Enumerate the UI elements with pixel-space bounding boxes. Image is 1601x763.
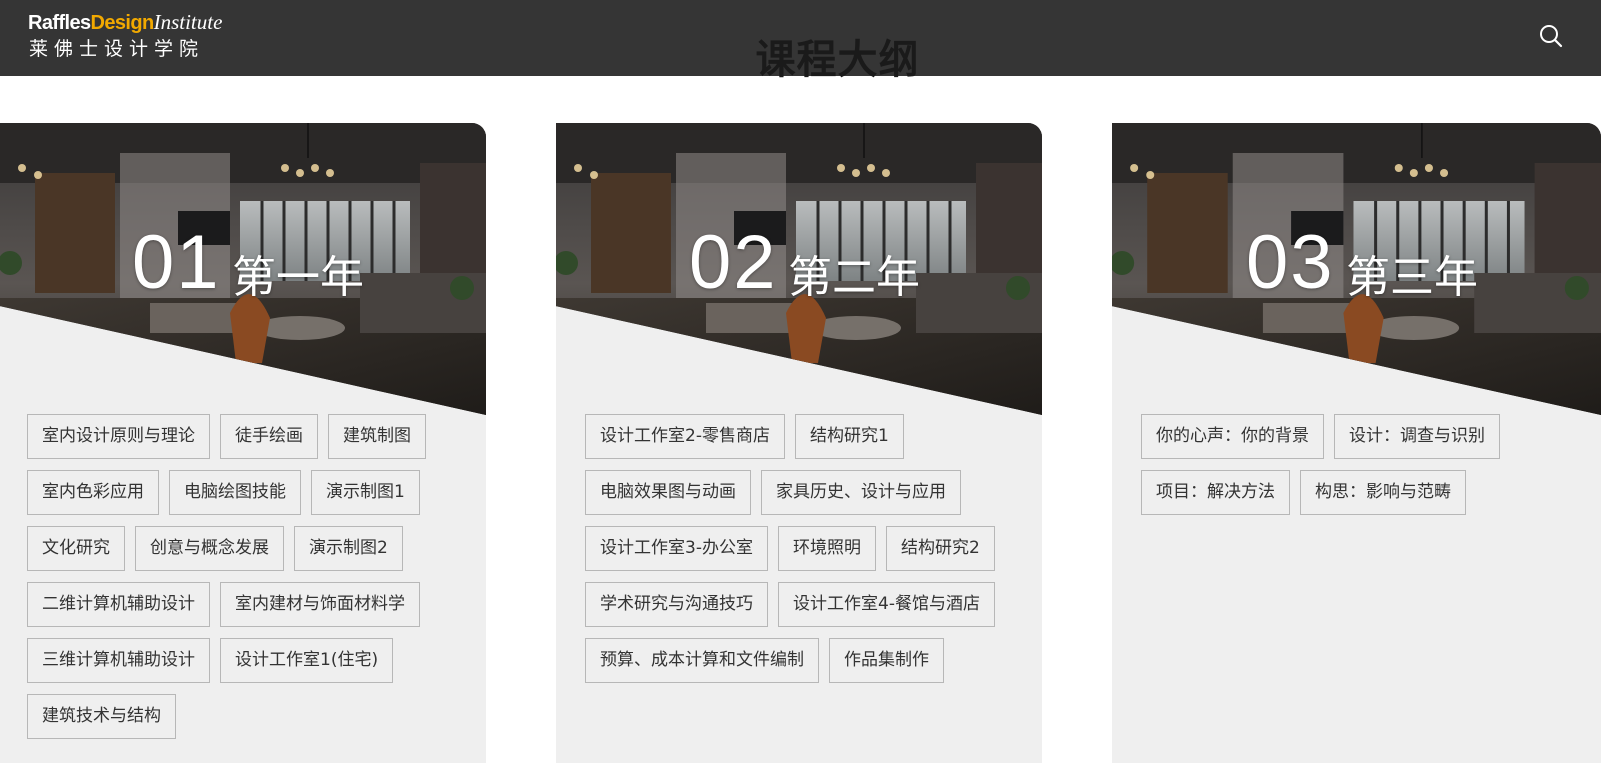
year-number: 02: [689, 220, 778, 305]
course-tag[interactable]: 建筑制图: [328, 414, 426, 459]
course-tag[interactable]: 作品集制作: [829, 638, 944, 683]
course-tag[interactable]: 室内建材与饰面材料学: [220, 582, 420, 627]
course-tag[interactable]: 结构研究1: [794, 414, 904, 459]
course-tag[interactable]: 室内设计原则与理论: [27, 414, 210, 459]
course-tag[interactable]: 室内色彩应用: [27, 470, 159, 515]
course-tag[interactable]: 设计：调查与识别: [1334, 414, 1500, 459]
course-tag[interactable]: 文化研究: [27, 526, 125, 571]
course-tag-list: 设计工作室2-零售商店 结构研究1 电脑效果图与动画 家具历史、设计与应用 设计…: [585, 414, 1035, 683]
course-tag-list: 你的心声：你的背景 设计：调查与识别 项目：解决方法 构思：影响与范畴: [1141, 414, 1591, 515]
course-tag[interactable]: 演示制图2: [294, 526, 403, 571]
course-tag[interactable]: 电脑绘图技能: [169, 470, 301, 515]
course-tag[interactable]: 家具历史、设计与应用: [761, 470, 961, 515]
year-card-2: 02 第二年 设计工作室2-零售商店 结构研究1 电脑效果图与动画 家具历史、设…: [556, 123, 1042, 763]
course-tag[interactable]: 结构研究2: [885, 526, 995, 571]
year-label: 第一年: [232, 252, 364, 303]
course-tag[interactable]: 设计工作室2-零售商店: [585, 414, 785, 459]
course-tag[interactable]: 设计工作室3-办公室: [585, 526, 768, 571]
course-tag[interactable]: 设计工作室1(住宅): [220, 638, 394, 683]
course-tag[interactable]: 构思：影响与范畴: [1300, 470, 1466, 515]
logo-institute-word: Institute: [153, 10, 223, 34]
year-label: 第三年: [1346, 252, 1478, 303]
course-tag[interactable]: 二维计算机辅助设计: [27, 582, 210, 627]
course-tag[interactable]: 电脑效果图与动画: [585, 470, 751, 515]
course-tag[interactable]: 你的心声：你的背景: [1141, 414, 1324, 459]
logo-design-word: Design: [90, 12, 155, 34]
course-tag[interactable]: 学术研究与沟通技巧: [585, 582, 768, 627]
course-tag[interactable]: 环境照明: [777, 526, 876, 571]
course-tag-list: 室内设计原则与理论 徒手绘画 建筑制图 室内色彩应用 电脑绘图技能 演示制图1 …: [27, 414, 477, 739]
course-tag[interactable]: 项目：解决方法: [1141, 470, 1290, 515]
course-tag[interactable]: 建筑技术与结构: [27, 694, 176, 739]
year-number: 03: [1246, 220, 1335, 305]
year-label: 第二年: [788, 252, 920, 303]
year-number: 01: [132, 220, 221, 305]
course-tag[interactable]: 徒手绘画: [220, 414, 318, 459]
page-title: 课程大纲: [755, 37, 920, 83]
logo-raffles-word: Raffles: [28, 12, 91, 34]
year-card-3: 03 第三年 你的心声：你的背景 设计：调查与识别 项目：解决方法 构思：影响与…: [1112, 123, 1601, 763]
course-tag[interactable]: 设计工作室4-餐馆与酒店: [778, 582, 995, 627]
course-tag[interactable]: 预算、成本计算和文件编制: [585, 638, 819, 683]
course-tag[interactable]: 三维计算机辅助设计: [27, 638, 210, 683]
course-tag[interactable]: 创意与概念发展: [135, 526, 284, 571]
year-card-1: 01 第一年 室内设计原则与理论 徒手绘画 建筑制图 室内色彩应用 电脑绘图技能…: [0, 123, 486, 763]
course-tag[interactable]: 演示制图1: [311, 470, 420, 515]
